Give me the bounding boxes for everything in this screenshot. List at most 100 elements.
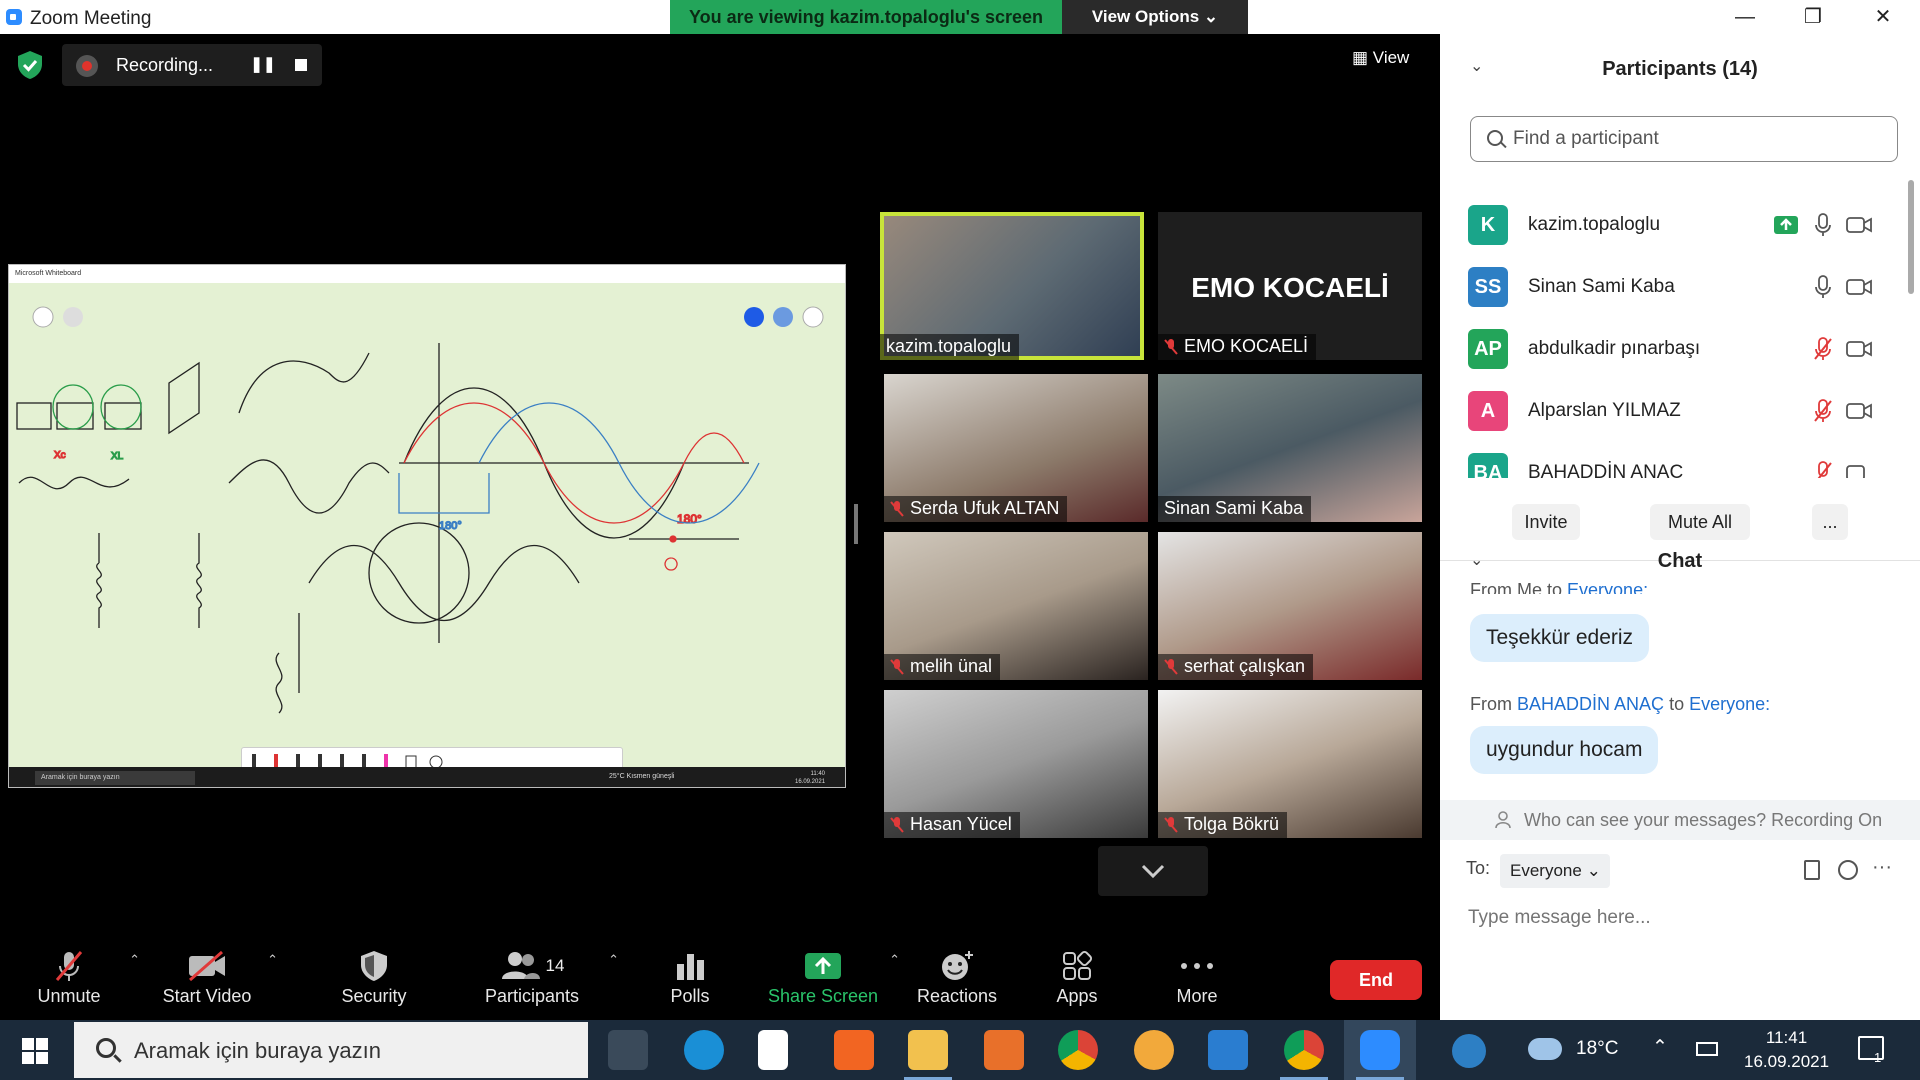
temperature[interactable]: 18°C bbox=[1576, 1038, 1618, 1060]
mic-muted-icon bbox=[1817, 461, 1832, 478]
participants-title: Participants (14) bbox=[1602, 58, 1758, 80]
share-screen-button[interactable]: Share Screen ⌃ bbox=[758, 946, 900, 1016]
video-tile[interactable]: Hasan Yücel bbox=[884, 690, 1148, 838]
file-explorer-icon[interactable] bbox=[908, 1030, 948, 1070]
edge-icon[interactable] bbox=[684, 1030, 724, 1070]
reactions-button[interactable]: Reactions bbox=[892, 946, 1022, 1016]
zoom-icon bbox=[1360, 1030, 1400, 1070]
viewing-screen-banner: You are viewing kazim.topaloglu's screen bbox=[670, 0, 1062, 34]
encryption-shield-icon[interactable] bbox=[16, 50, 44, 80]
minimize-button[interactable]: — bbox=[1720, 4, 1770, 30]
participants-label: Participants bbox=[484, 986, 580, 1006]
windows-start-icon[interactable] bbox=[22, 1038, 48, 1064]
message-input[interactable] bbox=[1466, 906, 1906, 930]
participant-row[interactable]: K kazim.topaloglu bbox=[1468, 200, 1888, 250]
chat-sender-line: From BAHADDİN ANAÇ to Everyone: bbox=[1470, 694, 1771, 714]
shared-taskbar-date: 16.09.2021 bbox=[795, 779, 826, 785]
apps-button[interactable]: Apps bbox=[1012, 946, 1142, 1016]
file-icon[interactable] bbox=[1804, 860, 1820, 880]
next-page-tiles-button[interactable] bbox=[1098, 846, 1208, 896]
stop-recording-button[interactable] bbox=[284, 48, 318, 82]
sharing-screen-icon bbox=[1774, 216, 1798, 234]
more-button[interactable]: More bbox=[1132, 946, 1262, 1016]
security-label: Security bbox=[341, 986, 407, 1006]
view-layout-button[interactable]: ▦ View bbox=[1352, 48, 1409, 74]
find-participant-input[interactable]: Find a participant bbox=[1470, 116, 1898, 162]
caret-up-icon[interactable]: ⌃ bbox=[608, 952, 619, 968]
pause-recording-button[interactable]: ❚❚ bbox=[246, 48, 280, 82]
video-tile[interactable]: serhat çalışkan bbox=[1158, 532, 1422, 680]
mute-all-button[interactable]: Mute All bbox=[1650, 504, 1750, 540]
participants-scrollbar[interactable] bbox=[1908, 180, 1914, 294]
battery-icon[interactable] bbox=[1696, 1042, 1718, 1056]
video-tile[interactable]: Serda Ufuk ALTAN bbox=[884, 374, 1148, 522]
participant-name: abdulkadir pınarbaşı bbox=[1528, 338, 1701, 359]
start-video-label: Start Video bbox=[162, 986, 252, 1006]
polls-button[interactable]: Polls bbox=[625, 946, 755, 1016]
apps-icon bbox=[1063, 950, 1093, 980]
participants-button[interactable]: 14 Participants ⌃ bbox=[467, 946, 619, 1016]
weather-cloud-icon[interactable] bbox=[1528, 1038, 1562, 1060]
participant-row[interactable]: BA BAHADDİN ANAÇ bbox=[1468, 448, 1888, 478]
taskbar-date: 16.09.2021 bbox=[1744, 1052, 1830, 1071]
search-icon bbox=[96, 1038, 116, 1058]
mail-icon[interactable] bbox=[1208, 1030, 1248, 1070]
emoji-icon[interactable] bbox=[1838, 860, 1858, 880]
brave-icon[interactable] bbox=[1134, 1030, 1174, 1070]
app-launcher-icon[interactable] bbox=[984, 1030, 1024, 1070]
avast-icon[interactable] bbox=[834, 1030, 874, 1070]
close-button[interactable]: ✕ bbox=[1858, 4, 1908, 30]
restore-button[interactable]: ❐ bbox=[1788, 4, 1838, 30]
video-tile[interactable]: melih ünal bbox=[884, 532, 1148, 680]
participant-row[interactable]: SS Sinan Sami Kaba bbox=[1468, 262, 1888, 312]
whiteboard-title: Microsoft Whiteboard bbox=[9, 265, 845, 283]
participant-row[interactable]: AP abdulkadir pınarbaşı bbox=[1468, 324, 1888, 374]
participant-row[interactable]: A Alparslan YILMAZ bbox=[1468, 386, 1888, 436]
unmute-button[interactable]: Unmute ⌃ bbox=[4, 946, 140, 1016]
end-meeting-button[interactable]: End bbox=[1330, 960, 1422, 1000]
caret-up-icon[interactable]: ⌃ bbox=[129, 952, 140, 968]
notification-count: 1 bbox=[1874, 1050, 1882, 1065]
zoom-taskbar-active[interactable] bbox=[1344, 1020, 1416, 1080]
chevron-down-icon: ⌄ bbox=[1586, 861, 1601, 880]
more-options-button[interactable]: ... bbox=[1812, 504, 1848, 540]
search-icon bbox=[1487, 130, 1503, 146]
taskbar-clock[interactable]: 11:41 16.09.2021 bbox=[1744, 1026, 1829, 1074]
chat-message: uygundur hocam bbox=[1470, 726, 1659, 774]
taskbar-search-box[interactable]: Aramak için buraya yazın bbox=[74, 1022, 588, 1078]
shield-icon bbox=[361, 951, 387, 981]
video-tile[interactable]: Tolga Bökrü bbox=[1158, 690, 1422, 838]
chat-visibility-notice[interactable]: Who can see your messages? Recording On bbox=[1440, 800, 1920, 840]
tile-name: EMO KOCAELİ bbox=[1158, 334, 1317, 360]
video-icon bbox=[1846, 403, 1872, 419]
grid-icon: ▦ bbox=[1352, 48, 1373, 67]
side-panel: ⌄ Participants (14) Find a participant K… bbox=[1440, 34, 1920, 1020]
split-resize-handle[interactable] bbox=[854, 504, 858, 544]
unmute-label: Unmute bbox=[37, 986, 101, 1006]
video-tile[interactable]: Sinan Sami Kaba bbox=[1158, 374, 1422, 522]
start-video-button[interactable]: Start Video ⌃ bbox=[142, 946, 278, 1016]
shared-taskbar-time: 11:40 bbox=[810, 771, 826, 777]
video-tile[interactable]: EMO KOCAELİ EMO KOCAELİ bbox=[1158, 212, 1422, 360]
recipient-select[interactable]: Everyone ⌄ bbox=[1500, 854, 1610, 888]
store-icon[interactable] bbox=[608, 1030, 648, 1070]
chevron-down-icon: ⌄ bbox=[1203, 7, 1219, 26]
video-tile[interactable]: kazim.topaloglu bbox=[880, 212, 1144, 360]
tile-name: serhat çalışkan bbox=[1158, 654, 1314, 680]
tile-name: Serda Ufuk ALTAN bbox=[884, 496, 1068, 522]
chrome-profile-icon[interactable] bbox=[1284, 1030, 1324, 1070]
chevron-up-icon[interactable]: ⌃ bbox=[1652, 1036, 1668, 1059]
view-options-button[interactable]: View Options ⌄ bbox=[1062, 0, 1248, 34]
svg-text:XL: XL bbox=[111, 451, 124, 462]
help-icon[interactable] bbox=[1452, 1034, 1486, 1068]
chrome-icon[interactable] bbox=[1058, 1030, 1098, 1070]
security-button[interactable]: Security bbox=[309, 946, 439, 1016]
caret-up-icon[interactable]: ⌃ bbox=[267, 952, 278, 968]
more-dots-icon[interactable]: ··· bbox=[1872, 856, 1892, 879]
svg-text:Xc: Xc bbox=[54, 450, 66, 461]
taskbar-time: 11:41 bbox=[1765, 1028, 1808, 1047]
polls-icon bbox=[677, 954, 704, 980]
mic-muted-icon bbox=[890, 500, 904, 517]
invite-button[interactable]: Invite bbox=[1512, 504, 1580, 540]
notepad-icon[interactable] bbox=[758, 1030, 788, 1070]
